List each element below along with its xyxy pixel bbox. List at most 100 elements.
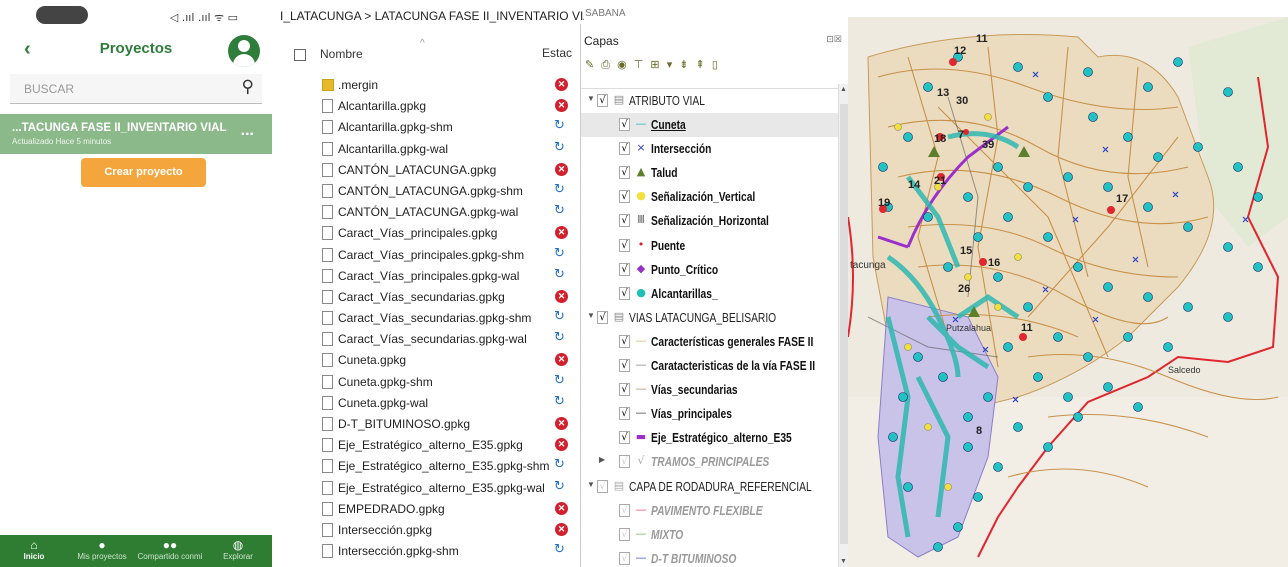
file-row[interactable]: Intersección.gpkg ✕ bbox=[272, 520, 584, 541]
expand-arrow-icon[interactable]: ▼ bbox=[587, 480, 595, 489]
layer-row[interactable]: √ ● Alcantarillas_ bbox=[581, 282, 839, 306]
layer-checkbox[interactable]: √ bbox=[597, 94, 608, 107]
layer-checkbox[interactable]: √ bbox=[619, 214, 630, 228]
search-field[interactable]: BUSCAR ⚲ bbox=[10, 74, 262, 104]
scroll-up-icon[interactable]: ▲ bbox=[840, 86, 847, 93]
layer-row[interactable]: √ — PAVIMENTO FLEXIBLE bbox=[581, 499, 839, 523]
layer-row[interactable]: √ — Caratacteristicas de la vía FASE II bbox=[581, 354, 839, 378]
layer-row[interactable]: √ — Cuneta bbox=[581, 113, 839, 138]
layer-symbol-icon: — bbox=[635, 117, 647, 131]
layer-row[interactable]: √ — Vías_principales bbox=[581, 402, 839, 426]
file-row[interactable]: Alcantarilla.gpkg-wal ↻ bbox=[272, 139, 584, 160]
file-row[interactable]: Eje_Estratégico_alterno_E35.gpkg ✕ bbox=[272, 435, 584, 456]
file-row[interactable]: Cuneta.gpkg ✕ bbox=[272, 350, 584, 371]
layer-row[interactable]: √ ▬ Eje_Estratégico_alterno_E35 bbox=[581, 426, 839, 450]
layer-row[interactable]: √ — MIXTO bbox=[581, 523, 839, 547]
layer-checkbox[interactable]: √ bbox=[597, 479, 608, 493]
file-row[interactable]: Intersección.gpkg-shm ↻ bbox=[272, 541, 584, 562]
layer-checkbox[interactable]: √ bbox=[597, 310, 608, 324]
layer-checkbox[interactable]: √ bbox=[619, 142, 630, 156]
layer-checkbox[interactable]: √ bbox=[619, 238, 630, 252]
file-row[interactable]: CANTÓN_LATACUNGA.gpkg ✕ bbox=[272, 160, 584, 181]
file-row[interactable]: Caract_Vías_secundarias.gpkg ✕ bbox=[272, 287, 584, 308]
file-row[interactable]: Alcantarilla.gpkg ✕ bbox=[272, 96, 584, 117]
file-row[interactable]: .mergin ✕ bbox=[272, 75, 584, 96]
layer-row[interactable]: ▼ √ ▤ ATRIBUTO VIAL bbox=[581, 89, 839, 113]
sort-caret-icon[interactable]: ^ bbox=[420, 38, 425, 49]
layer-checkbox[interactable]: √ bbox=[619, 455, 630, 469]
layer-row[interactable]: ▼ √ ▤ VIAS LATACUNGA_BELISARIO bbox=[581, 306, 839, 330]
layer-row[interactable]: ▼ √ ▤ CAPA DE RODADURA_REFERENCIAL bbox=[581, 475, 839, 499]
layer-checkbox[interactable]: √ bbox=[619, 383, 630, 397]
project-card[interactable]: ...TACUNGA FASE II_INVENTARIO VIAL Actua… bbox=[0, 114, 272, 154]
create-project-button[interactable]: Crear proyecto bbox=[81, 158, 206, 187]
layer-row[interactable]: √ — Características generales FASE II bbox=[581, 330, 839, 354]
layer-checkbox[interactable]: √ bbox=[619, 407, 630, 421]
scroll-down-icon[interactable]: ▼ bbox=[840, 558, 847, 565]
error-icon: ✕ bbox=[555, 353, 568, 367]
layer-checkbox[interactable]: √ bbox=[619, 286, 630, 300]
column-status-header[interactable]: Estac bbox=[542, 46, 572, 60]
layer-row[interactable]: √ ▲ Talud bbox=[581, 161, 839, 185]
search-icon[interactable]: ⚲ bbox=[242, 77, 254, 97]
file-icon bbox=[322, 459, 333, 474]
layer-symbol-icon: — bbox=[635, 550, 647, 564]
file-row[interactable]: Caract_Vías_secundarias.gpkg-shm ↻ bbox=[272, 308, 584, 329]
file-row[interactable]: Caract_Vías_principales.gpkg ✕ bbox=[272, 223, 584, 244]
file-row[interactable]: Cuneta.gpkg-shm ↻ bbox=[272, 372, 584, 393]
file-row[interactable]: Caract_Vías_secundarias.gpkg-wal ↻ bbox=[272, 329, 584, 350]
more-icon[interactable]: ... bbox=[241, 122, 254, 140]
layer-checkbox[interactable]: √ bbox=[619, 551, 630, 565]
breadcrumb[interactable]: I_LATACUNGA > LATACUNGA FASE II_INVENTAR… bbox=[280, 9, 584, 23]
layer-checkbox[interactable]: √ bbox=[619, 118, 630, 132]
layer-row[interactable]: √ Ⅲ Señalización_Horizontal bbox=[581, 209, 839, 233]
file-row[interactable]: CANTÓN_LATACUNGA.gpkg-shm ↻ bbox=[272, 181, 584, 202]
nav-mis-proyectos[interactable]: ● Mis proyectos bbox=[68, 535, 136, 567]
sync-icon: ↻ bbox=[554, 393, 565, 409]
layer-checkbox[interactable]: √ bbox=[619, 503, 630, 517]
layer-label: Punto_Crítico bbox=[651, 262, 719, 277]
panel-buttons[interactable]: ⊡☒ bbox=[826, 34, 842, 45]
sync-icon: ↻ bbox=[554, 478, 565, 494]
layer-checkbox[interactable]: √ bbox=[619, 431, 630, 445]
layer-row[interactable]: √ — Vías_secundarias bbox=[581, 378, 839, 402]
file-row[interactable]: Caract_Vías_principales.gpkg-wal ↻ bbox=[272, 266, 584, 287]
layer-checkbox[interactable]: √ bbox=[619, 527, 630, 541]
nav-inicio[interactable]: ⌂ Inicio bbox=[0, 535, 68, 567]
layer-checkbox[interactable]: √ bbox=[619, 334, 630, 348]
layer-checkbox[interactable]: √ bbox=[619, 262, 630, 276]
expand-arrow-icon[interactable]: ▼ bbox=[587, 94, 595, 103]
layer-row[interactable]: √ — D-T BITUMINOSO bbox=[581, 547, 839, 567]
layer-row[interactable]: ▶ √ √ TRAMOS_PRINCIPALES bbox=[581, 450, 839, 474]
column-name-header[interactable]: Nombre bbox=[320, 47, 363, 61]
expand-arrow-icon[interactable]: ▼ bbox=[587, 311, 595, 320]
nav-compartido[interactable]: ●● Compartido conmi bbox=[136, 535, 204, 567]
layer-row[interactable]: √ • Puente bbox=[581, 234, 839, 258]
file-row[interactable]: Eje_Estratégico_alterno_E35.gpkg-shm ↻ bbox=[272, 456, 584, 477]
file-row[interactable]: Eje_Estratégico_alterno_E35.gpkg-wal ↻ bbox=[272, 478, 584, 499]
nav-explorar[interactable]: ◍ Explorar bbox=[204, 535, 272, 567]
avatar-icon[interactable] bbox=[228, 35, 260, 67]
layers-toolbar[interactable]: ✎ ⎙ ◉ ⊤ ⊞ ▾ ⇟ ⇞ ▯ bbox=[585, 58, 720, 72]
file-row[interactable]: Alcantarilla.gpkg-shm ↻ bbox=[272, 117, 584, 138]
file-row[interactable]: EMPEDRADO.gpkg ✕ bbox=[272, 499, 584, 520]
layer-label: Talud bbox=[651, 166, 678, 181]
status-icons: ◁ .ııl .ııl ᯤ ▭ bbox=[169, 11, 238, 24]
layer-row[interactable]: √ ◆ Punto_Crítico bbox=[581, 258, 839, 282]
layer-checkbox[interactable]: √ bbox=[619, 359, 630, 373]
layer-checkbox[interactable]: √ bbox=[619, 190, 630, 204]
layer-checkbox[interactable]: √ bbox=[619, 166, 630, 180]
file-row[interactable]: Caract_Vías_principales.gpkg-shm ↻ bbox=[272, 245, 584, 266]
file-name: Eje_Estratégico_alterno_E35.gpkg-shm bbox=[338, 459, 550, 474]
layer-row[interactable]: √ ● Señalización_Vertical bbox=[581, 185, 839, 209]
select-all-checkbox[interactable] bbox=[294, 49, 306, 61]
layers-scrollbar[interactable]: ▲ ▼ bbox=[838, 84, 848, 567]
layer-row[interactable]: √ × Intersección bbox=[581, 137, 839, 161]
file-row[interactable]: CANTÓN_LATACUNGA.gpkg-wal ↻ bbox=[272, 202, 584, 223]
search-input[interactable]: BUSCAR bbox=[24, 82, 74, 96]
file-row[interactable]: Cuneta.gpkg-wal ↻ bbox=[272, 393, 584, 414]
scroll-thumb[interactable] bbox=[840, 104, 848, 544]
file-row[interactable]: D-T_BITUMINOSO.gpkg ✕ bbox=[272, 414, 584, 435]
map-canvas[interactable] bbox=[848, 17, 1288, 567]
collapse-arrow-icon[interactable]: ▶ bbox=[599, 455, 605, 464]
